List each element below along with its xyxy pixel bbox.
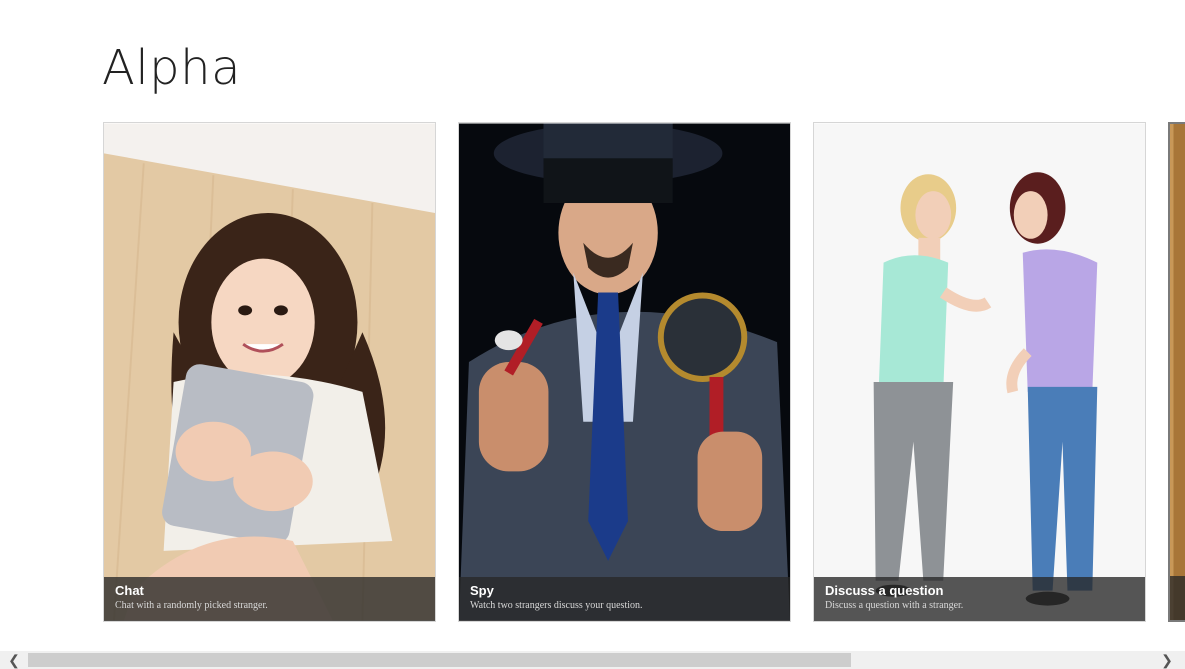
tile-subtitle: Watch two strangers discuss your questio…: [470, 600, 643, 611]
spy-image: [459, 123, 790, 621]
chevron-left-icon[interactable]: ❮: [0, 651, 28, 669]
horizontal-scrollbar[interactable]: ❮ ❯: [0, 651, 1185, 669]
tile-title: Discuss a question: [825, 583, 944, 598]
chat-image: [104, 123, 435, 621]
tile-discuss-a-question[interactable]: Discuss a question Discuss a question wi…: [813, 122, 1146, 622]
tile-subtitle: Discuss a question with a stranger.: [825, 600, 964, 611]
tile-title: Chat: [115, 583, 144, 598]
chevron-right-icon[interactable]: ❯: [1153, 651, 1181, 669]
scroll-thumb[interactable]: [28, 653, 851, 667]
tile-caption: Discuss a question Discuss a question wi…: [814, 577, 1145, 621]
tile-title: Spy: [470, 583, 494, 598]
tile-caption: [1170, 576, 1185, 620]
tile-caption: Spy Watch two strangers discuss your que…: [459, 577, 790, 621]
tile-caption: Chat Chat with a randomly picked strange…: [104, 577, 435, 621]
tile-partial[interactable]: [1168, 122, 1185, 622]
tile-chat[interactable]: Chat Chat with a randomly picked strange…: [103, 122, 436, 622]
tile-spy[interactable]: Spy Watch two strangers discuss your que…: [458, 122, 791, 622]
tile-subtitle: Chat with a randomly picked stranger.: [115, 600, 268, 611]
partial-image: [1170, 124, 1185, 620]
discuss-image: [814, 123, 1145, 621]
page-title: Alpha: [102, 40, 241, 96]
